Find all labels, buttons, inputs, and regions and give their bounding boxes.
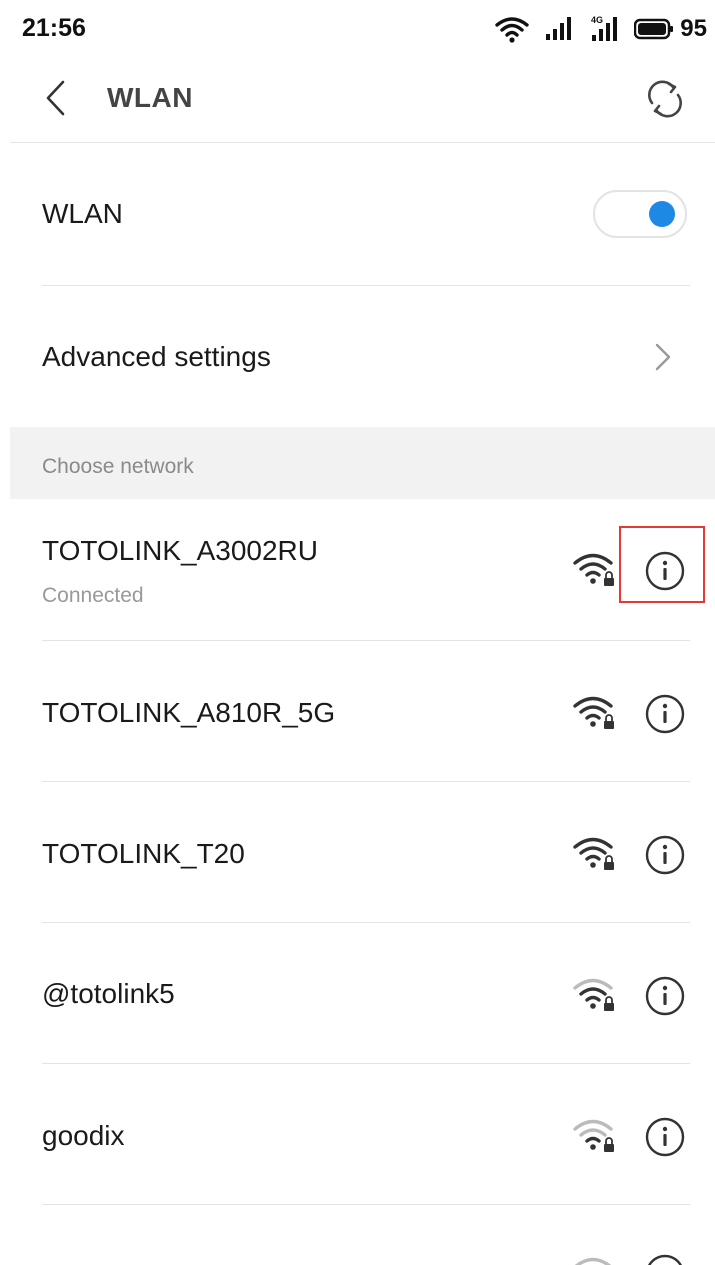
network-ssid: TOTOLINK_A3002RU bbox=[42, 535, 318, 566]
network-row[interactable]: TOTOLINK_A810R_5G bbox=[0, 641, 715, 782]
network-row[interactable]: TOTOLINK_A3002RU Connected bbox=[0, 499, 715, 640]
network-ssid: TOTOLINK_A810R_5G bbox=[42, 697, 336, 728]
network-row-partial[interactable] bbox=[0, 1205, 715, 1265]
choose-network-header: Choose network bbox=[10, 427, 715, 499]
wifi-locked-icon bbox=[573, 837, 614, 870]
info-icon[interactable] bbox=[644, 834, 686, 876]
network-row[interactable]: TOTOLINK_T20 bbox=[0, 782, 715, 923]
highlight-box bbox=[619, 526, 705, 603]
battery: 95 bbox=[634, 15, 707, 43]
wifi-locked-icon bbox=[573, 696, 614, 729]
status-icons: 4G 95 bbox=[494, 12, 707, 46]
wlan-toggle-label: WLAN bbox=[42, 198, 123, 229]
svg-text:4G: 4G bbox=[591, 15, 603, 25]
advanced-settings-row[interactable]: Advanced settings bbox=[0, 286, 715, 426]
refresh-icon[interactable] bbox=[644, 78, 686, 120]
network-ssid: @totolink5 bbox=[42, 978, 175, 1009]
toggle-knob bbox=[649, 201, 675, 227]
chevron-right-icon[interactable] bbox=[652, 340, 674, 374]
network-ssid: TOTOLINK_T20 bbox=[42, 838, 245, 869]
advanced-settings-label: Advanced settings bbox=[42, 341, 271, 372]
network-ssid: goodix bbox=[42, 1120, 125, 1151]
title-bar: WLAN bbox=[0, 62, 715, 142]
cell-signal-icon bbox=[546, 17, 572, 40]
wifi-locked-icon bbox=[573, 1119, 614, 1152]
wifi-signal-icon bbox=[495, 17, 529, 43]
page-title: WLAN bbox=[107, 82, 193, 113]
wifi-locked-icon bbox=[573, 978, 614, 1011]
info-icon[interactable] bbox=[644, 1116, 686, 1158]
info-icon[interactable] bbox=[644, 693, 686, 735]
wlan-toggle-switch[interactable] bbox=[593, 190, 687, 238]
status-bar: 21:56 4G 95 bbox=[0, 0, 715, 62]
wifi-locked-icon bbox=[573, 553, 614, 586]
status-time: 21:56 bbox=[22, 14, 86, 42]
network-row[interactable]: goodix bbox=[0, 1064, 715, 1205]
info-icon[interactable] bbox=[644, 1253, 686, 1265]
chevron-left-icon[interactable] bbox=[36, 78, 76, 118]
wifi-locked-icon bbox=[574, 1257, 612, 1265]
section-header-label: Choose network bbox=[42, 455, 194, 478]
info-icon[interactable] bbox=[644, 975, 686, 1017]
network-status: Connected bbox=[42, 584, 144, 607]
cell-signal-4g-icon: 4G bbox=[591, 15, 618, 41]
battery-icon bbox=[634, 18, 674, 40]
network-row[interactable]: @totolink5 bbox=[0, 923, 715, 1064]
battery-percent: 95 bbox=[680, 15, 707, 42]
